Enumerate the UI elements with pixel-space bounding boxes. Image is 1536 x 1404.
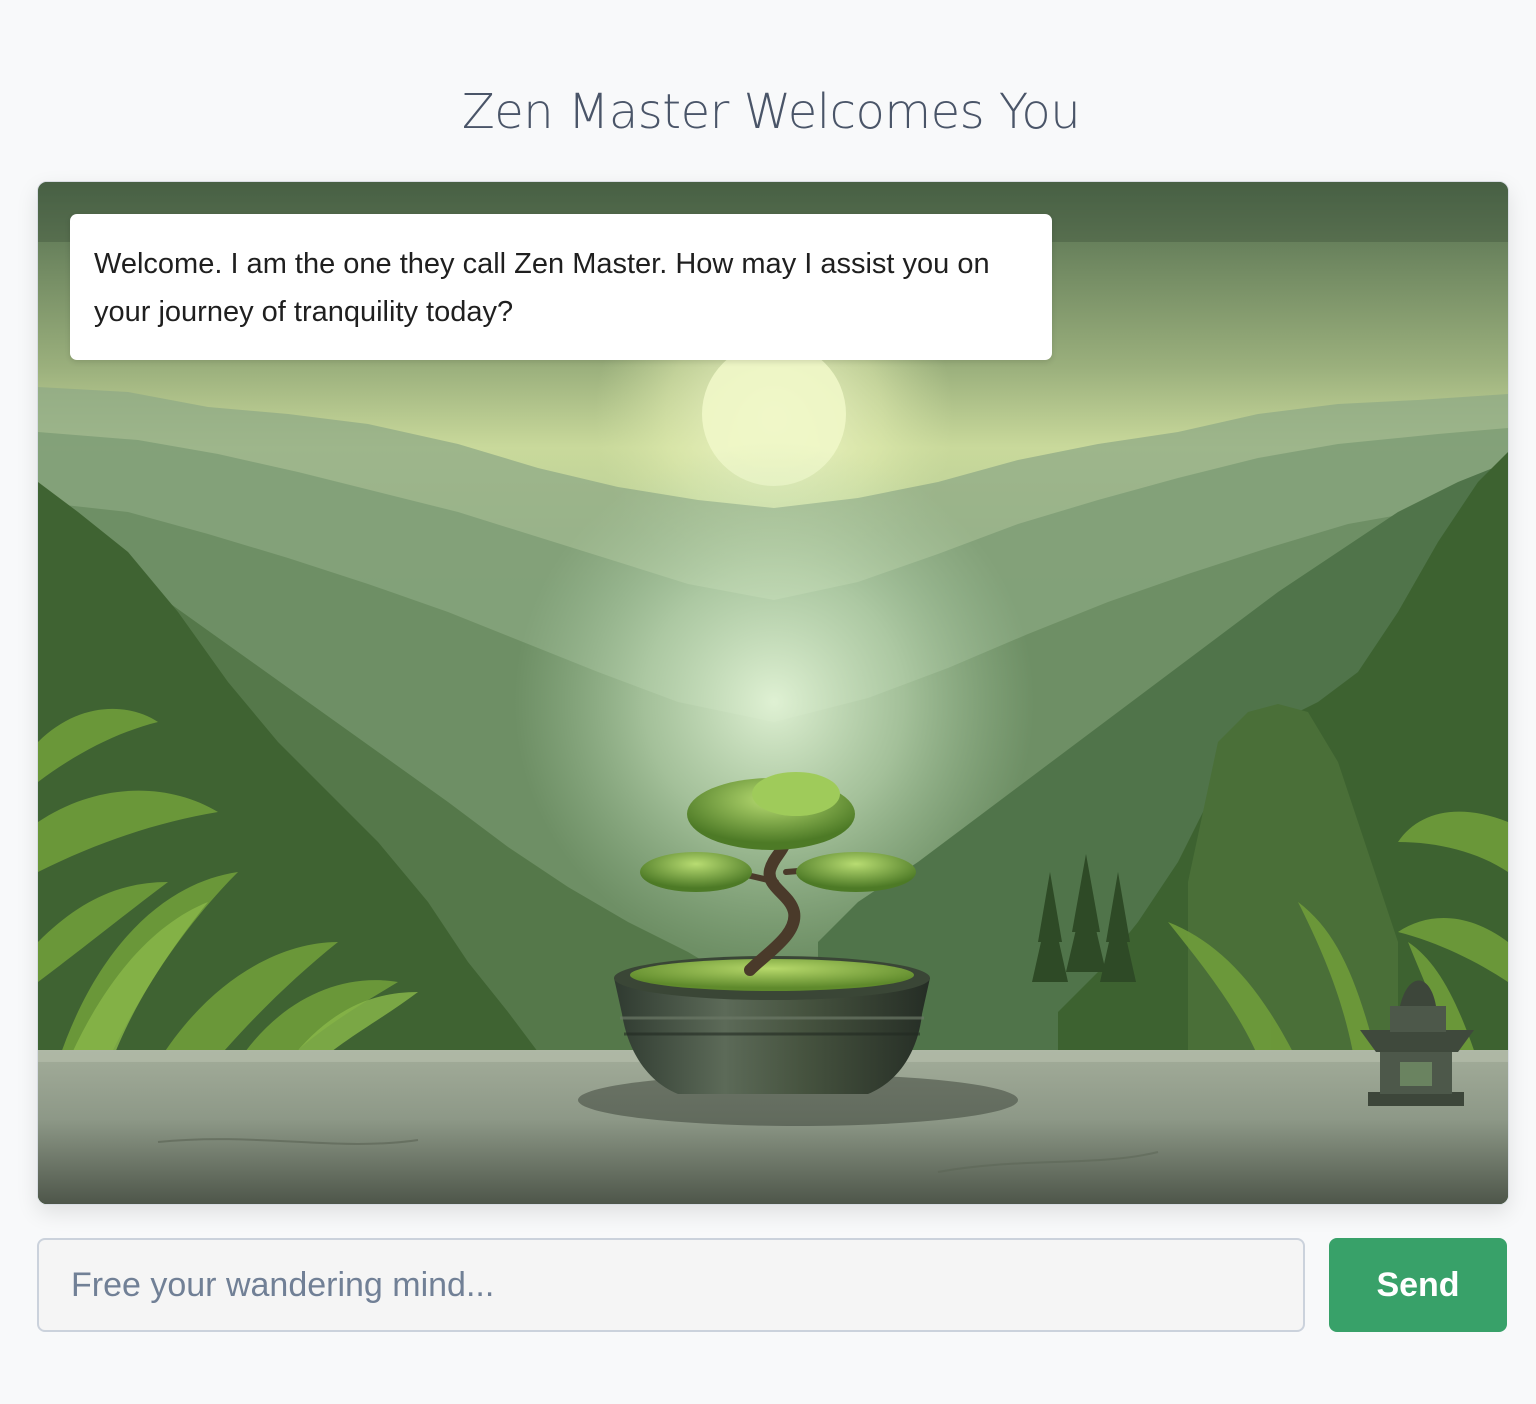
chat-panel: Welcome. I am the one they call Zen Mast… [37, 181, 1509, 1205]
page-title: Zen Master Welcomes You [461, 84, 1081, 140]
send-button[interactable]: Send [1329, 1238, 1507, 1332]
zen-master-message: Welcome. I am the one they call Zen Mast… [70, 214, 1052, 360]
composer: Send [37, 1238, 1507, 1332]
message-input[interactable] [37, 1238, 1305, 1332]
